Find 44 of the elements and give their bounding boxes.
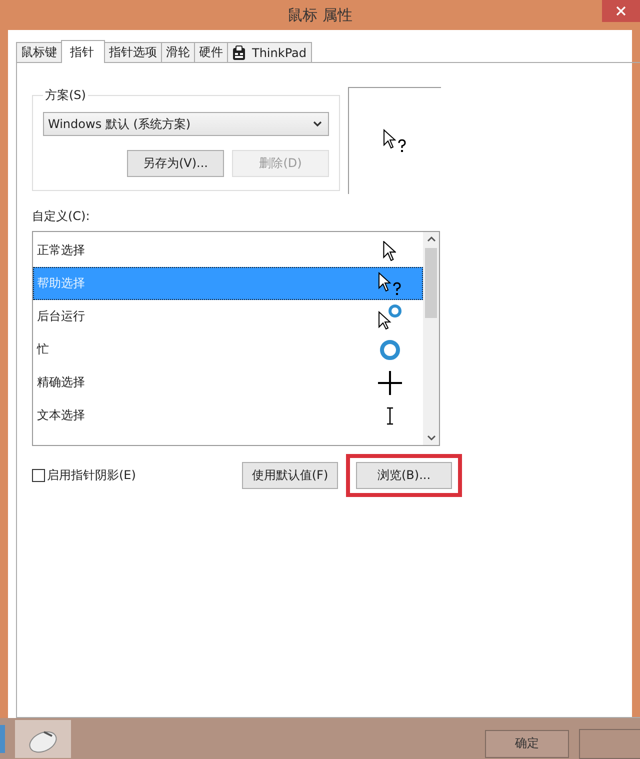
scroll-thumb[interactable] [425, 248, 437, 318]
customize-label: 自定义(C): [32, 208, 91, 225]
item-label: 精确选择 [37, 374, 85, 391]
help-cursor-icon [377, 270, 403, 296]
item-label: 正常选择 [37, 242, 85, 259]
cursor-list-item[interactable]: 后台运行 [33, 300, 423, 333]
ok-button[interactable]: 确定 [485, 730, 569, 758]
scheme-dropdown[interactable]: Windows 默认 (系统方案) [43, 112, 329, 136]
tab[interactable]: 指针 [61, 40, 105, 63]
item-label: 帮助选择 [37, 275, 85, 292]
scheme-button[interactable]: 另存为(V)... [127, 150, 224, 177]
item-label: 后台运行 [37, 308, 85, 325]
tab[interactable]: 鼠标键 [16, 42, 62, 62]
checkbox-label: 启用指针阴影(E) [47, 467, 136, 484]
action-button[interactable]: 浏览(B)... [356, 462, 452, 489]
cursor-list-item[interactable]: 文本选择 [33, 399, 423, 432]
shadow-checkbox[interactable]: 启用指针阴影(E) [32, 467, 234, 484]
crosshair-icon [377, 370, 403, 396]
working-cursor-icon [377, 304, 403, 330]
action-button[interactable]: 使用默认值(F) [242, 462, 338, 489]
tab[interactable]: 指针选项 [104, 42, 162, 62]
help-cursor-icon [382, 128, 408, 154]
tab[interactable]: ThinkPad [227, 42, 312, 62]
text-cursor-icon [386, 406, 394, 424]
cursor-list-item[interactable]: 正常选择 [33, 234, 423, 267]
tab[interactable]: 滑轮 [161, 42, 195, 62]
scroll-up-icon[interactable] [426, 236, 436, 242]
dropdown-value: Windows 默认 (系统方案) [48, 116, 191, 132]
item-label: 文本选择 [37, 407, 85, 424]
window-title: 鼠标 属性 [288, 6, 352, 24]
cursor-list-item[interactable]: 精确选择 [33, 366, 423, 399]
checkbox-icon[interactable] [32, 469, 45, 482]
group-label: 方案(S) [44, 87, 87, 104]
taskbar-item[interactable] [15, 720, 71, 758]
item-label: 忙 [37, 341, 49, 358]
arrow-cursor-icon [383, 240, 396, 260]
scroll-down-icon[interactable] [426, 435, 436, 441]
close-button[interactable] [602, 0, 640, 22]
tab[interactable]: 硬件 [194, 42, 228, 62]
device-icon [232, 44, 248, 60]
close-icon [616, 6, 626, 16]
scrollbar[interactable] [423, 232, 439, 445]
chevron-down-icon [313, 121, 322, 127]
cursor-list-item[interactable]: 忙 [33, 333, 423, 366]
